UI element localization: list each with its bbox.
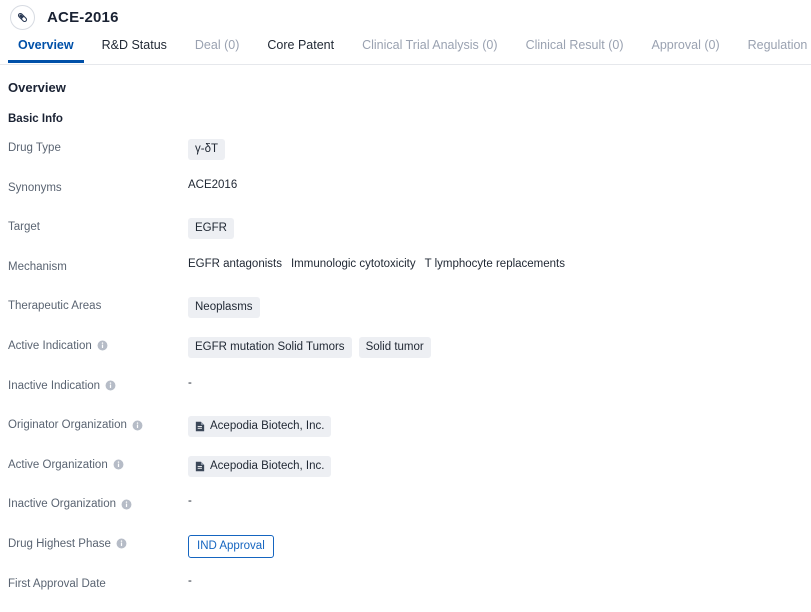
row-value-therapeutic-areas: Neoplasms <box>188 295 811 319</box>
empty-value: - <box>188 495 192 508</box>
row-value-first-approval-date: - <box>188 573 811 587</box>
value-chip[interactable]: EGFR mutation Solid Tumors <box>188 336 352 358</box>
detail-row: Drug Type γ-δT <box>8 137 811 177</box>
info-icon[interactable] <box>116 538 127 549</box>
value-chip[interactable]: EGFR <box>188 218 234 240</box>
tab-approval[interactable]: Approval (0) <box>638 34 734 63</box>
empty-value: - <box>188 574 192 587</box>
page-title: ACE-2016 <box>47 8 119 26</box>
row-value-drug-highest-phase: IND Approval <box>188 533 811 558</box>
row-value-originator-organization: Acepodia Biotech, Inc. <box>188 414 811 438</box>
row-label-text: First Approval Date <box>8 577 106 590</box>
row-label-target: Target <box>8 216 188 235</box>
detail-row: Inactive Indication - <box>8 375 811 415</box>
organization-document-icon <box>195 461 205 472</box>
row-label-text: Originator Organization <box>8 419 127 432</box>
detail-row: Inactive Organization - <box>8 493 811 533</box>
section-title: Overview <box>8 80 66 95</box>
row-label-synonyms: Synonyms <box>8 177 188 196</box>
detail-row: Active Organization Acepodia Biotech, Inc… <box>8 454 811 494</box>
tab-overview[interactable]: Overview <box>4 34 88 63</box>
chip-label: EGFR mutation Solid Tumors <box>195 340 345 353</box>
basic-info-rows: Drug Type γ-δT Synonyms ACE2016 Target EGFR Me… <box>8 137 811 612</box>
tab-deal[interactable]: Deal (0) <box>181 34 253 63</box>
info-icon[interactable] <box>132 420 143 431</box>
row-label-active-organization: Active Organization <box>8 454 188 473</box>
row-label-active-indication: Active Indication <box>8 335 188 354</box>
value-text: ACE2016 <box>188 178 238 191</box>
overview-panel: Overview Basic Info Drug Type γ-δT Synonym… <box>0 65 811 612</box>
subsection-title: Basic Info <box>8 113 63 125</box>
chip-label: EGFR <box>195 222 227 235</box>
detail-row: First Approval Date - <box>8 573 811 612</box>
row-label-drug-type: Drug Type <box>8 137 188 156</box>
row-value-synonyms: ACE2016 <box>188 177 811 191</box>
row-label-drug-highest-phase: Drug Highest Phase <box>8 533 188 552</box>
row-label-text: Synonyms <box>8 181 62 194</box>
value-chip[interactable]: γ-δT <box>188 139 226 160</box>
row-value-drug-type: γ-δT <box>188 137 811 160</box>
detail-row: Target EGFR <box>8 216 811 256</box>
chip-label: Acepodia Biotech, Inc. <box>210 420 325 433</box>
detail-row: Drug Highest Phase IND Approval <box>8 533 811 573</box>
chip-label: Solid tumor <box>365 340 424 353</box>
row-value-mechanism: EGFR antagonists Immunologic cytotoxicity… <box>188 256 811 270</box>
detail-row: Synonyms ACE2016 <box>8 177 811 217</box>
tab-bar: Overview R&D Status Deal (0) Core Patent… <box>0 34 811 65</box>
tab-core-patent[interactable]: Core Patent <box>253 34 348 63</box>
detail-row: Mechanism EGFR antagonists Immunologic cyt… <box>8 256 811 296</box>
info-icon[interactable] <box>113 459 124 470</box>
row-value-active-indication: EGFR mutation Solid Tumors Solid tumor <box>188 335 811 358</box>
row-label-inactive-organization: Inactive Organization <box>8 493 188 512</box>
row-label-text: Drug Highest Phase <box>8 537 111 550</box>
mechanism-item[interactable]: EGFR antagonists <box>188 258 282 270</box>
organization-chip[interactable]: Acepodia Biotech, Inc. <box>188 455 332 477</box>
chip-label: Neoplasms <box>195 301 253 314</box>
empty-value: - <box>188 376 192 389</box>
row-label-text: Inactive Organization <box>8 498 117 511</box>
row-value-target: EGFR <box>188 216 811 240</box>
value-chip[interactable]: Neoplasms <box>188 297 260 319</box>
row-label-therapeutic-areas: Therapeutic Areas <box>8 295 188 314</box>
tab-clinical-result[interactable]: Clinical Result (0) <box>512 34 638 63</box>
highest-phase-chip[interactable]: IND Approval <box>188 534 274 558</box>
tab-clinical-trial-analysis[interactable]: Clinical Trial Analysis (0) <box>348 34 511 63</box>
value-chip[interactable]: Solid tumor <box>358 336 431 358</box>
row-label-text: Inactive Indication <box>8 379 101 392</box>
row-label-text: Active Organization <box>8 458 108 471</box>
detail-row: Active Indication EGFR mutation Solid Tum… <box>8 335 811 375</box>
info-icon[interactable] <box>97 340 108 351</box>
detail-row: Therapeutic Areas Neoplasms <box>8 295 811 335</box>
organization-chip[interactable]: Acepodia Biotech, Inc. <box>188 416 332 438</box>
chip-label: Acepodia Biotech, Inc. <box>210 459 325 472</box>
info-icon[interactable] <box>121 499 132 510</box>
capsule-pill-icon <box>10 4 35 30</box>
info-icon[interactable] <box>105 380 116 391</box>
row-label-originator-organization: Originator Organization <box>8 414 188 433</box>
row-value-active-organization: Acepodia Biotech, Inc. <box>188 454 811 477</box>
mechanism-item[interactable]: Immunologic cytotoxicity <box>291 258 416 270</box>
row-label-text: Mechanism <box>8 260 67 273</box>
chip-label: γ-δT <box>195 143 219 155</box>
detail-row: Originator Organization Acepodia Biotech,… <box>8 414 811 454</box>
row-label-text: Active Indication <box>8 339 92 352</box>
tab-regulation[interactable]: Regulation (0) <box>734 34 811 63</box>
row-label-text: Target <box>8 221 40 234</box>
tab-rd-status[interactable]: R&D Status <box>88 34 181 63</box>
row-value-inactive-organization: - <box>188 493 811 507</box>
row-label-mechanism: Mechanism <box>8 256 188 275</box>
row-label-text: Drug Type <box>8 142 61 154</box>
app-header: ACE-2016 <box>0 0 811 34</box>
mechanism-item[interactable]: T lymphocyte replacements <box>425 258 565 270</box>
row-label-first-approval-date: First Approval Date <box>8 573 188 592</box>
row-value-inactive-indication: - <box>188 375 811 389</box>
organization-document-icon <box>195 421 205 432</box>
row-label-inactive-indication: Inactive Indication <box>8 375 188 394</box>
row-label-text: Therapeutic Areas <box>8 300 102 313</box>
